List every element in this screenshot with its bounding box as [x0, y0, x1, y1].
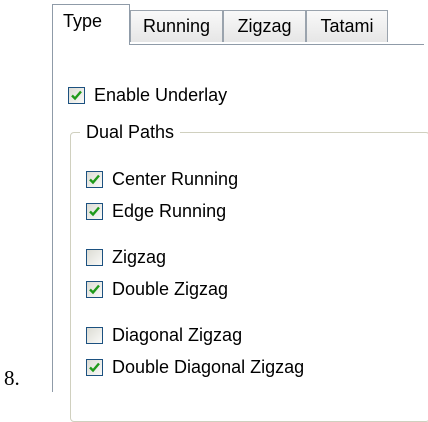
panel-left-border [52, 44, 53, 392]
checkmark-icon [89, 174, 100, 184]
checkmark-icon [89, 362, 100, 372]
double-zigzag-label: Double Zigzag [112, 278, 229, 299]
double-zigzag-checkbox[interactable]: Double Zigzag [86, 276, 228, 302]
tab-tatami[interactable]: Tatami [306, 10, 388, 42]
zigzag-label: Zigzag [112, 246, 167, 267]
zigzag-checkbox[interactable]: Zigzag [86, 244, 166, 270]
double-diagonal-zigzag-label: Double Diagonal Zigzag [112, 356, 305, 377]
checkbox-box[interactable] [86, 280, 103, 298]
checkmark-icon [71, 90, 82, 100]
enable-underlay-checkbox[interactable]: Enable Underlay [68, 82, 227, 108]
center-running-checkbox[interactable]: Center Running [86, 166, 238, 192]
checkbox-box[interactable] [68, 86, 85, 104]
checkbox-box[interactable] [86, 202, 103, 220]
edge-running-label: Edge Running [112, 200, 227, 221]
double-diagonal-zigzag-checkbox[interactable]: Double Diagonal Zigzag [86, 354, 304, 380]
checkbox-box[interactable] [86, 358, 103, 376]
checkmark-icon [89, 206, 100, 216]
diagonal-zigzag-checkbox[interactable]: Diagonal Zigzag [86, 322, 242, 348]
edge-running-checkbox[interactable]: Edge Running [86, 198, 226, 224]
diagonal-zigzag-label: Diagonal Zigzag [112, 324, 243, 345]
underlay-properties-panel: Type Running Zigzag Tatami Enable Underl… [52, 4, 428, 422]
checkbox-box[interactable] [86, 170, 103, 188]
enable-underlay-label: Enable Underlay [94, 84, 228, 105]
checkmark-icon [89, 284, 100, 294]
tab-type[interactable]: Type [52, 4, 130, 45]
dual-paths-title: Dual Paths [80, 120, 181, 144]
center-running-label: Center Running [112, 168, 239, 189]
tab-strip: Type Running Zigzag Tatami [52, 4, 424, 45]
checkbox-box[interactable] [86, 326, 103, 344]
tab-zigzag[interactable]: Zigzag [223, 10, 306, 42]
list-number: 8. [4, 366, 20, 390]
tab-running[interactable]: Running [130, 10, 223, 42]
checkbox-box[interactable] [86, 248, 103, 266]
